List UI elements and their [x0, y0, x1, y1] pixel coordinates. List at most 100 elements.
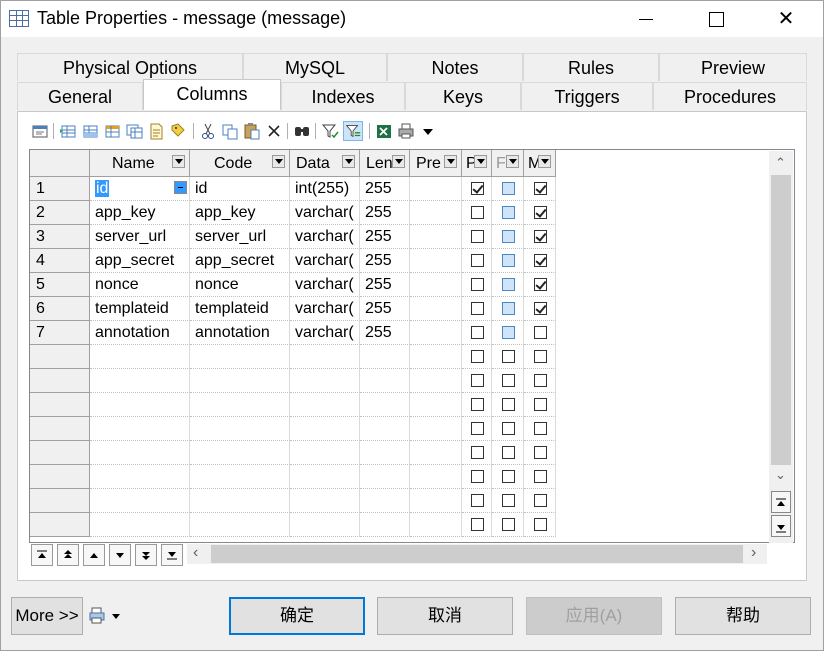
checkbox-p[interactable]: [471, 494, 484, 507]
grid-cell-len[interactable]: [360, 489, 410, 513]
grid-cell-code[interactable]: templateid: [190, 297, 290, 321]
cut-icon[interactable]: [199, 121, 217, 141]
grid-cell-code[interactable]: server_url: [190, 225, 290, 249]
scroll-down-arrow-icon[interactable]: ⌄: [775, 467, 786, 483]
checkbox-p[interactable]: [471, 446, 484, 459]
tab-general[interactable]: General: [17, 82, 143, 110]
excel-export-icon[interactable]: [375, 121, 393, 141]
filter-dropdown-icon[interactable]: [538, 155, 551, 168]
row-header[interactable]: [30, 465, 90, 489]
checkbox-f[interactable]: [502, 470, 515, 483]
grid-cell-name[interactable]: [90, 369, 190, 393]
checkbox-p[interactable]: [471, 326, 484, 339]
checkbox-m[interactable]: [534, 398, 547, 411]
row-header[interactable]: 7: [30, 321, 90, 345]
checkbox-m[interactable]: [534, 446, 547, 459]
new-icon[interactable]: [147, 121, 165, 141]
filter-dropdown-icon[interactable]: [392, 155, 405, 168]
grid-cell-code[interactable]: [190, 441, 290, 465]
properties-icon[interactable]: [31, 121, 49, 141]
filter-dropdown-icon[interactable]: [272, 155, 285, 168]
row-header[interactable]: 5: [30, 273, 90, 297]
grid-cell-name[interactable]: [90, 465, 190, 489]
grid-cell-len[interactable]: [360, 345, 410, 369]
grid-cell-pre[interactable]: [410, 273, 462, 297]
grid-cell-code[interactable]: [190, 513, 290, 537]
customize-columns-icon[interactable]: [343, 121, 363, 141]
grid-cell-name[interactable]: nonce: [90, 273, 190, 297]
cell-edit-button[interactable]: [174, 181, 187, 194]
row-header[interactable]: 3: [30, 225, 90, 249]
add-row-icon[interactable]: [81, 121, 99, 141]
checkbox-m[interactable]: [534, 254, 547, 267]
grid-cell-data[interactable]: varchar(: [290, 321, 360, 345]
checkbox-m[interactable]: [534, 182, 547, 195]
row-header[interactable]: [30, 393, 90, 417]
grid-cell-len[interactable]: [360, 441, 410, 465]
grid-cell-len[interactable]: [360, 369, 410, 393]
checkbox-p[interactable]: [471, 254, 484, 267]
add-columns-icon[interactable]: [103, 121, 121, 141]
checkbox-f[interactable]: [502, 518, 515, 531]
filter-dropdown-icon[interactable]: [342, 155, 355, 168]
scroll-left-arrow-icon[interactable]: ‹: [193, 544, 198, 562]
grid-cell-pre[interactable]: [410, 345, 462, 369]
tab-preview[interactable]: Preview: [659, 53, 807, 81]
checkbox-p[interactable]: [471, 278, 484, 291]
grid-cell-pre[interactable]: [410, 417, 462, 441]
grid-cell-len[interactable]: [360, 513, 410, 537]
grid-cell-len[interactable]: 255: [360, 273, 410, 297]
checkbox-m[interactable]: [534, 422, 547, 435]
grid-cell-data[interactable]: [290, 393, 360, 417]
column-header-data[interactable]: Data: [290, 150, 360, 177]
move-top-button[interactable]: [31, 544, 53, 566]
dropdown-arrow-icon[interactable]: [419, 121, 437, 141]
grid-cell-len[interactable]: 255: [360, 201, 410, 225]
grid-cell-len[interactable]: [360, 393, 410, 417]
ok-button[interactable]: 确定: [229, 597, 365, 635]
more-button[interactable]: More >>: [11, 597, 83, 635]
grid-cell-data[interactable]: [290, 369, 360, 393]
checkbox-p[interactable]: [471, 518, 484, 531]
move-page-down-button[interactable]: [135, 544, 157, 566]
grid-cell-pre[interactable]: [410, 321, 462, 345]
scroll-right-arrow-icon[interactable]: ›: [751, 544, 756, 562]
tab-columns[interactable]: Columns: [143, 79, 281, 110]
filter-dropdown-icon[interactable]: [172, 155, 185, 168]
tab-indexes[interactable]: Indexes: [281, 82, 405, 110]
checkbox-f[interactable]: [502, 206, 515, 219]
column-header-name[interactable]: Name: [90, 150, 190, 177]
checkbox-f[interactable]: [502, 302, 515, 315]
checkbox-p[interactable]: [471, 206, 484, 219]
checkbox-f[interactable]: [502, 182, 515, 195]
checkbox-m[interactable]: [534, 518, 547, 531]
move-bottom-button[interactable]: [161, 544, 183, 566]
tab-keys[interactable]: Keys: [405, 82, 521, 110]
checkbox-m[interactable]: [534, 494, 547, 507]
grid-cell-data[interactable]: varchar(: [290, 201, 360, 225]
grid-cell-name[interactable]: app_secret: [90, 249, 190, 273]
row-header[interactable]: [30, 489, 90, 513]
checkbox-p[interactable]: [471, 422, 484, 435]
checkbox-p[interactable]: [471, 230, 484, 243]
grid-cell-name[interactable]: [90, 393, 190, 417]
grid-cell-code[interactable]: annotation: [190, 321, 290, 345]
grid-cell-code[interactable]: [190, 417, 290, 441]
horizontal-scrollbar[interactable]: ‹ ›: [187, 544, 767, 564]
checkbox-m[interactable]: [534, 326, 547, 339]
help-button[interactable]: 帮助: [675, 597, 811, 635]
checkbox-p[interactable]: [471, 374, 484, 387]
close-button[interactable]: ✕: [763, 1, 809, 37]
grid-cell-name[interactable]: [90, 489, 190, 513]
checkbox-m[interactable]: [534, 206, 547, 219]
grid-cell-name[interactable]: [90, 345, 190, 369]
grid-cell-pre[interactable]: [410, 441, 462, 465]
grid-cell-len[interactable]: [360, 417, 410, 441]
grid-cell-pre[interactable]: [410, 369, 462, 393]
corner-header[interactable]: [30, 150, 90, 177]
scroll-up-arrow-icon[interactable]: ⌃: [775, 155, 786, 171]
checkbox-f[interactable]: [502, 326, 515, 339]
move-up-button[interactable]: [83, 544, 105, 566]
checkbox-f[interactable]: [502, 254, 515, 267]
grid-cell-name[interactable]: templateid: [90, 297, 190, 321]
